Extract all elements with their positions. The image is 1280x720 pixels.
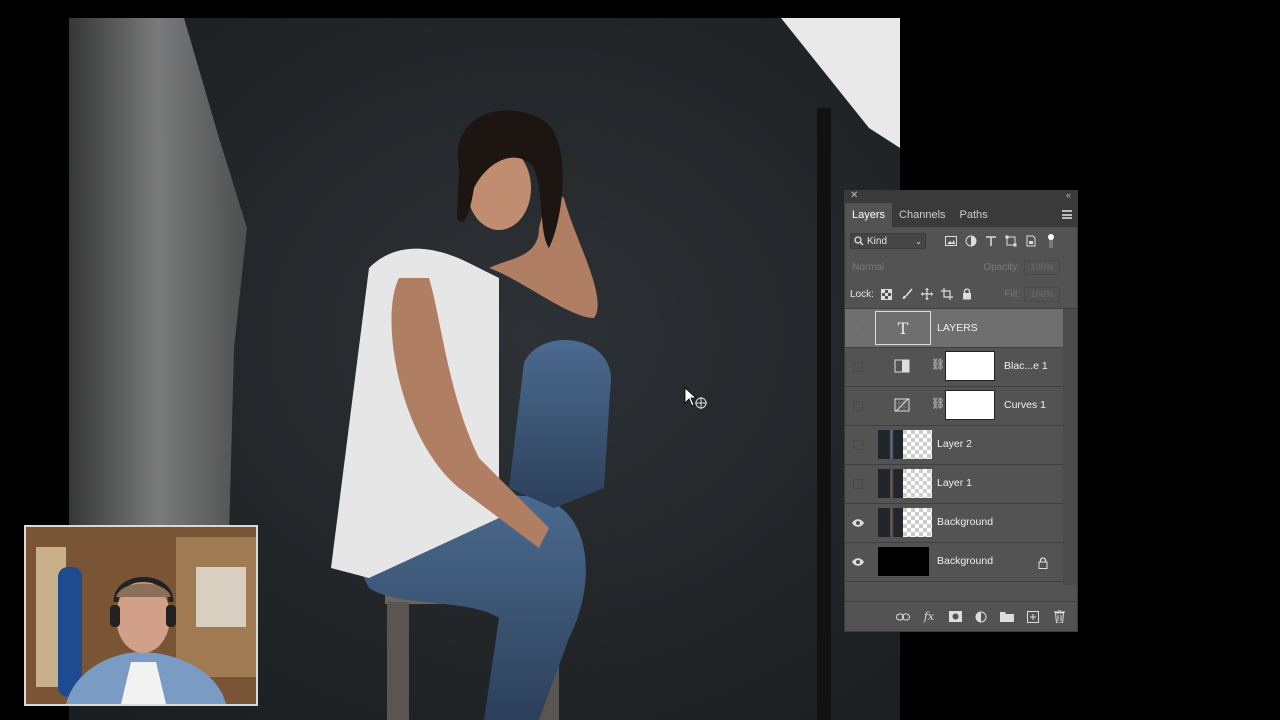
layer-mask-thumbnail[interactable] bbox=[903, 469, 932, 498]
half-circle-icon[interactable] bbox=[964, 234, 978, 248]
image-icon[interactable] bbox=[944, 234, 958, 248]
curves-adjustment-icon bbox=[894, 398, 910, 412]
opacity-group: Opacity: 100% bbox=[983, 260, 1060, 275]
layer-row[interactable]: Background bbox=[845, 504, 1063, 543]
tab-channels[interactable]: Channels bbox=[892, 203, 952, 227]
visibility-toggle[interactable] bbox=[853, 401, 863, 411]
move-icon[interactable] bbox=[920, 287, 934, 301]
link-icon[interactable]: ⛓ bbox=[931, 397, 945, 410]
fill-group: Fill: 100% bbox=[1004, 286, 1060, 302]
visibility-toggle[interactable] bbox=[853, 323, 863, 333]
new-layer-icon[interactable] bbox=[1026, 609, 1041, 624]
panel-titlebar: ✕ « bbox=[845, 190, 1077, 203]
layer-row[interactable]: Layer 1 bbox=[845, 465, 1063, 504]
collapse-icon[interactable]: « bbox=[1066, 190, 1071, 200]
panel-tabs: Layers Channels Paths bbox=[845, 203, 1077, 227]
brush-icon[interactable] bbox=[900, 287, 914, 301]
panel-footer: fx bbox=[845, 601, 1077, 631]
smart-object-icon[interactable] bbox=[1024, 234, 1038, 248]
layer-name[interactable]: Blac...e 1 bbox=[1004, 360, 1048, 372]
eye-icon[interactable] bbox=[851, 556, 865, 568]
layer-row[interactable]: Layer 2 bbox=[845, 426, 1063, 465]
layer-name[interactable]: Background bbox=[937, 516, 993, 528]
layer-row[interactable]: T LAYERS bbox=[845, 309, 1063, 348]
toggle-icon[interactable] bbox=[1044, 234, 1058, 248]
search-icon bbox=[854, 236, 864, 246]
lock-icon bbox=[1038, 557, 1048, 569]
fill-field[interactable]: 100% bbox=[1024, 286, 1060, 302]
hamburger-menu-icon[interactable] bbox=[1062, 210, 1072, 219]
layer-name[interactable]: LAYERS bbox=[937, 322, 978, 334]
layer-mask-thumbnail[interactable] bbox=[903, 430, 932, 459]
blend-mode-select[interactable]: Normal bbox=[852, 262, 884, 273]
tab-paths[interactable]: Paths bbox=[953, 203, 995, 227]
layer-row[interactable]: ⛓ Blac...e 1 bbox=[845, 348, 1063, 387]
layer-name[interactable]: Layer 2 bbox=[937, 438, 972, 450]
filter-kind-select[interactable]: Kind ⌄ bbox=[850, 233, 926, 249]
visibility-toggle[interactable] bbox=[853, 362, 863, 372]
presenter-video bbox=[26, 527, 256, 704]
opacity-field[interactable]: 100% bbox=[1024, 260, 1060, 275]
blend-row: Normal Opacity: 100% bbox=[845, 255, 1077, 280]
filter-row: Kind ⌄ bbox=[845, 227, 1077, 255]
checkerboard-icon[interactable] bbox=[880, 287, 894, 301]
close-icon[interactable]: ✕ bbox=[850, 190, 858, 201]
layers-panel: ✕ « Layers Channels Paths Kind ⌄ Normal … bbox=[844, 190, 1078, 632]
trash-icon[interactable] bbox=[1052, 609, 1067, 624]
eye-icon[interactable] bbox=[851, 517, 865, 529]
layer-mask-thumbnail[interactable] bbox=[945, 351, 995, 381]
layer-row[interactable]: ⛓ Curves 1 bbox=[845, 387, 1063, 426]
move-cursor-icon bbox=[684, 387, 707, 409]
fill-label: Fill: bbox=[1004, 288, 1020, 300]
lock-row: Lock: Fill: 100% bbox=[845, 280, 1077, 309]
scrollbar[interactable] bbox=[1063, 309, 1077, 585]
text-layer-thumbnail: T bbox=[875, 311, 931, 345]
visibility-toggle[interactable] bbox=[853, 479, 863, 489]
layer-mask-thumbnail[interactable] bbox=[903, 508, 932, 537]
fx-icon[interactable]: fx bbox=[922, 609, 937, 624]
lock-icon[interactable] bbox=[960, 287, 974, 301]
link-icon[interactable] bbox=[896, 609, 911, 624]
mask-icon[interactable] bbox=[948, 609, 963, 624]
black-white-adjustment-icon bbox=[894, 359, 910, 373]
tab-layers[interactable]: Layers bbox=[845, 203, 893, 227]
layer-name[interactable]: Layer 1 bbox=[937, 477, 972, 489]
layers-list: T LAYERS ⛓ Blac...e 1 ⛓ Curves 1 Layer 2 bbox=[845, 309, 1077, 585]
opacity-label: Opacity: bbox=[983, 262, 1020, 273]
layer-name[interactable]: Curves 1 bbox=[1004, 399, 1046, 411]
filter-kind-label: Kind bbox=[867, 235, 888, 247]
adjustment-icon[interactable] bbox=[974, 609, 989, 624]
lock-label: Lock: bbox=[850, 288, 874, 300]
layer-name[interactable]: Background bbox=[937, 555, 993, 567]
folder-icon[interactable] bbox=[1000, 609, 1015, 624]
link-icon[interactable]: ⛓ bbox=[931, 358, 945, 371]
artboard-icon[interactable] bbox=[940, 287, 954, 301]
visibility-toggle[interactable] bbox=[853, 440, 863, 450]
type-icon: T bbox=[897, 318, 909, 338]
shape-icon[interactable] bbox=[1004, 234, 1018, 248]
layer-mask-thumbnail[interactable] bbox=[945, 390, 995, 420]
layer-thumbnail[interactable] bbox=[878, 547, 929, 576]
layer-row[interactable]: Background bbox=[845, 543, 1063, 582]
webcam-overlay bbox=[24, 525, 258, 706]
chevron-down-icon: ⌄ bbox=[915, 236, 922, 246]
type-icon[interactable] bbox=[984, 234, 998, 248]
